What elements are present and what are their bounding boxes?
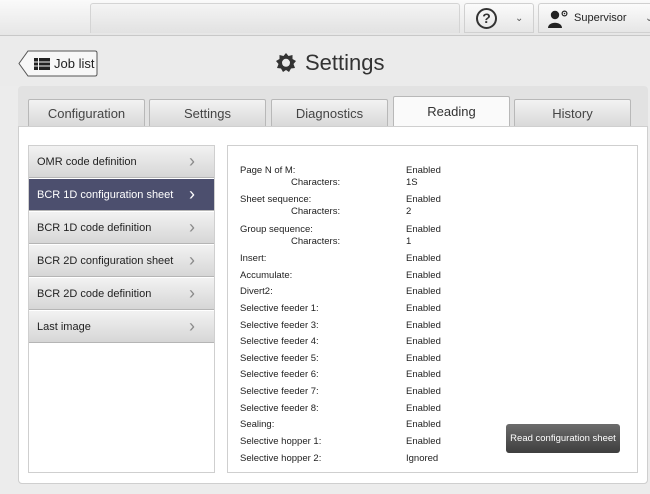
tab-settings[interactable]: Settings bbox=[149, 99, 266, 126]
detail-row: Selective feeder 3: Enabled bbox=[240, 320, 441, 331]
tab-history[interactable]: History bbox=[514, 99, 631, 126]
user-role-label: Supervisor bbox=[574, 12, 627, 24]
help-button[interactable]: ? ⌄ bbox=[464, 3, 534, 33]
detail-row: Divert2: Enabled bbox=[240, 286, 441, 297]
detail-row: Accumulate: Enabled bbox=[240, 270, 441, 281]
gear-icon bbox=[276, 53, 296, 72]
chevron-down-icon: ⌄ bbox=[645, 13, 650, 24]
menu-item-last-image[interactable]: Last image › bbox=[29, 311, 214, 343]
user-settings-icon bbox=[548, 10, 568, 28]
menu-item-label: Last image bbox=[37, 321, 91, 333]
detail-row: Selective feeder 8: Enabled bbox=[240, 403, 441, 414]
tab-reading[interactable]: Reading bbox=[393, 96, 510, 126]
configuration-sheet-details[interactable]: Page N of M: Enabled Characters: 1S Sheet … bbox=[227, 145, 638, 473]
chevron-right-icon: › bbox=[189, 283, 195, 303]
menu-item-bcr-2d-code-definition[interactable]: BCR 2D code definition › bbox=[29, 278, 214, 310]
menu-item-bcr-1d-configuration-sheet[interactable]: BCR 1D configuration sheet › bbox=[29, 179, 214, 211]
chevron-right-icon: › bbox=[189, 316, 195, 336]
settings-panel: Configuration Settings Diagnostics Readi… bbox=[18, 86, 648, 484]
read-configuration-sheet-button[interactable]: Read configuration sheet bbox=[506, 424, 620, 453]
detail-row: Characters: 1 bbox=[291, 236, 412, 247]
page-title: Settings bbox=[305, 50, 385, 75]
top-bar: ? ⌄ Supervisor ⌄ bbox=[0, 0, 650, 36]
job-list-label: Job list bbox=[54, 56, 95, 71]
chevron-down-icon: ⌄ bbox=[515, 13, 524, 24]
detail-row: Selective feeder 7: Enabled bbox=[240, 386, 441, 397]
menu-item-label: BCR 2D configuration sheet bbox=[37, 255, 174, 267]
detail-row: Selective feeder 6: Enabled bbox=[240, 369, 441, 380]
tab-configuration[interactable]: Configuration bbox=[28, 99, 145, 126]
menu-item-bcr-1d-code-definition[interactable]: BCR 1D code definition › bbox=[29, 212, 214, 244]
menu-item-label: BCR 2D code definition bbox=[37, 288, 152, 300]
detail-row: Insert: Enabled bbox=[240, 253, 441, 264]
menu-item-label: BCR 1D configuration sheet bbox=[37, 189, 174, 201]
menu-item-omr-code-definition[interactable]: OMR code definition › bbox=[29, 146, 214, 178]
detail-row: Selective feeder 5: Enabled bbox=[240, 353, 441, 364]
tab-content: OMR code definition › BCR 1D configurati… bbox=[18, 126, 648, 484]
chevron-right-icon: › bbox=[189, 151, 195, 171]
reading-menu: OMR code definition › BCR 1D configurati… bbox=[28, 145, 215, 473]
tab-diagnostics[interactable]: Diagnostics bbox=[271, 99, 388, 126]
menu-item-label: BCR 1D code definition bbox=[37, 222, 152, 234]
detail-row: Characters: 1S bbox=[291, 177, 418, 188]
chevron-right-icon: › bbox=[189, 217, 195, 237]
help-icon: ? bbox=[476, 8, 497, 29]
detail-row: Selective feeder 4: Enabled bbox=[240, 336, 441, 347]
top-bar-field bbox=[90, 3, 460, 33]
job-list-button[interactable]: Job list bbox=[18, 50, 98, 77]
detail-row: Selective feeder 1: Enabled bbox=[240, 303, 441, 314]
menu-item-bcr-2d-configuration-sheet[interactable]: BCR 2D configuration sheet › bbox=[29, 245, 214, 277]
chevron-right-icon: › bbox=[189, 250, 195, 270]
job-list-icon bbox=[34, 58, 50, 70]
detail-row: Selective hopper 2: Ignored bbox=[240, 453, 439, 464]
page-header: Job list Settings bbox=[0, 36, 650, 86]
menu-item-label: OMR code definition bbox=[37, 156, 137, 168]
detail-row: Characters: 2 bbox=[291, 206, 412, 217]
chevron-right-icon: › bbox=[189, 184, 195, 204]
user-menu-button[interactable]: Supervisor ⌄ bbox=[538, 3, 650, 33]
